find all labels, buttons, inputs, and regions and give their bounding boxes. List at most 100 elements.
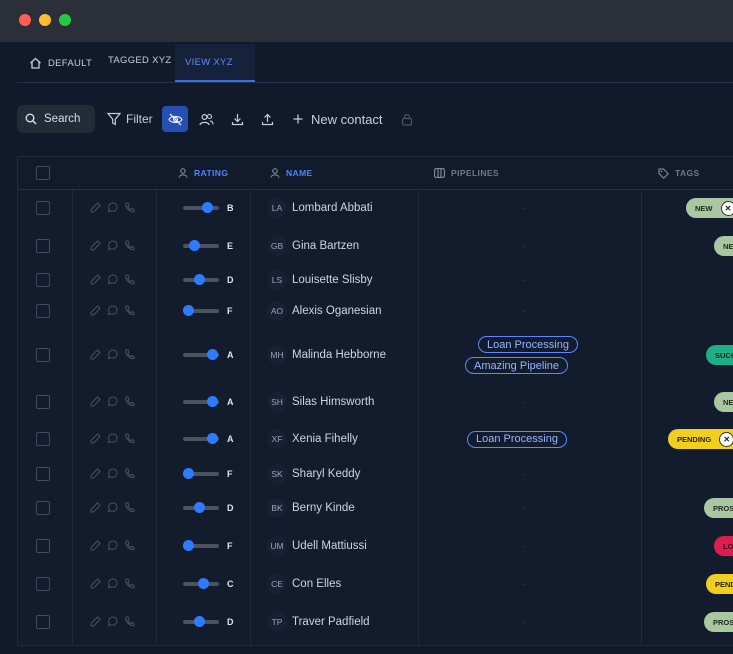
table-row[interactable]: A XF Xenia Fihelly Loan Processing PENDING ✕ [18, 421, 733, 457]
rating-slider-handle[interactable] [183, 468, 194, 479]
upload-button[interactable] [254, 105, 280, 133]
tag-badge[interactable]: PROSPECT [704, 498, 733, 518]
edit-icon[interactable] [90, 274, 101, 285]
rating-slider-handle[interactable] [183, 540, 194, 551]
tag-badge[interactable]: NEW ✕ [686, 198, 733, 218]
download-button[interactable] [224, 105, 250, 133]
edit-icon[interactable] [90, 349, 101, 360]
filter-button[interactable]: Filter [107, 105, 153, 133]
rating-slider[interactable] [183, 202, 219, 213]
contact-name[interactable]: Udell Mattiussi [292, 540, 367, 552]
phone-icon[interactable] [124, 240, 135, 251]
phone-icon[interactable] [124, 274, 135, 285]
row-checkbox[interactable] [36, 348, 50, 362]
phone-icon[interactable] [124, 616, 135, 627]
edit-icon[interactable] [90, 396, 101, 407]
table-row[interactable]: C CE Con Elles - PENDING [18, 566, 733, 602]
rating-slider-handle[interactable] [183, 305, 194, 316]
contact-name[interactable]: Traver Padfield [292, 616, 370, 628]
edit-icon[interactable] [90, 305, 101, 316]
chat-icon[interactable] [107, 502, 118, 513]
hide-fields-button[interactable] [162, 106, 188, 132]
chat-icon[interactable] [107, 468, 118, 479]
phone-icon[interactable] [124, 468, 135, 479]
chat-icon[interactable] [107, 540, 118, 551]
edit-icon[interactable] [90, 578, 101, 589]
rating-slider[interactable] [183, 396, 219, 407]
phone-icon[interactable] [124, 305, 135, 316]
contact-name[interactable]: Berny Kinde [292, 502, 355, 514]
table-row[interactable]: F UM Udell Mattiussi - LOST [18, 528, 733, 564]
tab-view-xyz[interactable]: VIEW XYZ [175, 44, 255, 82]
rating-slider[interactable] [183, 616, 219, 627]
rating-slider-handle[interactable] [207, 433, 218, 444]
new-contact-button[interactable]: New contact [293, 105, 383, 133]
contact-name[interactable]: Malinda Hebborne [292, 349, 386, 361]
contact-name[interactable]: Alexis Oganesian [292, 305, 382, 317]
rating-slider-handle[interactable] [202, 202, 213, 213]
remove-tag-icon[interactable]: ✕ [720, 200, 733, 216]
table-row[interactable]: E GB Gina Bartzen - NEW [18, 228, 733, 264]
table-row[interactable]: A SH Silas Himsworth - NEW [18, 384, 733, 420]
select-all-checkbox[interactable] [36, 166, 50, 180]
row-checkbox[interactable] [36, 501, 50, 515]
table-row[interactable]: B LA Lombard Abbati - NEW ✕ [18, 190, 733, 226]
rating-slider[interactable] [183, 240, 219, 251]
column-header-tags[interactable]: TAGS [658, 157, 700, 189]
chat-icon[interactable] [107, 433, 118, 444]
table-row[interactable]: D BK Berny Kinde - PROSPECT [18, 490, 733, 526]
phone-icon[interactable] [124, 540, 135, 551]
chat-icon[interactable] [107, 578, 118, 589]
tag-badge[interactable]: LOST [714, 536, 733, 556]
zoom-window-button[interactable] [59, 14, 71, 26]
chat-icon[interactable] [107, 240, 118, 251]
close-window-button[interactable] [19, 14, 31, 26]
tag-badge[interactable]: PROSPECT [704, 612, 733, 632]
column-header-pipelines[interactable]: PIPELINES [434, 157, 499, 189]
table-row[interactable]: F SK Sharyl Keddy - [18, 456, 733, 492]
table-row[interactable]: D TP Traver Padfield - PROSPECT [18, 604, 733, 640]
chat-icon[interactable] [107, 396, 118, 407]
row-checkbox[interactable] [36, 539, 50, 553]
rating-slider[interactable] [183, 349, 219, 360]
rating-slider-handle[interactable] [198, 578, 209, 589]
edit-icon[interactable] [90, 433, 101, 444]
minimize-window-button[interactable] [39, 14, 51, 26]
edit-icon[interactable] [90, 240, 101, 251]
phone-icon[interactable] [124, 502, 135, 513]
phone-icon[interactable] [124, 578, 135, 589]
contact-name[interactable]: Louisette Slisby [292, 274, 373, 286]
pipeline-pill[interactable]: Loan Processing [467, 430, 567, 448]
lock-button[interactable] [394, 105, 420, 133]
chat-icon[interactable] [107, 274, 118, 285]
rating-slider[interactable] [183, 468, 219, 479]
row-checkbox[interactable] [36, 239, 50, 253]
phone-icon[interactable] [124, 433, 135, 444]
search-button[interactable]: Search [17, 105, 95, 133]
rating-slider[interactable] [183, 578, 219, 589]
pipeline-pill[interactable]: Amazing Pipeline [465, 357, 568, 374]
row-checkbox[interactable] [36, 467, 50, 481]
rating-slider[interactable] [183, 502, 219, 513]
phone-icon[interactable] [124, 202, 135, 213]
rating-slider-handle[interactable] [207, 349, 218, 360]
remove-tag-icon[interactable]: ✕ [719, 431, 733, 447]
contact-name[interactable]: Gina Bartzen [292, 240, 359, 252]
phone-icon[interactable] [124, 349, 135, 360]
row-checkbox[interactable] [36, 201, 50, 215]
rating-slider-handle[interactable] [189, 240, 200, 251]
contact-name[interactable]: Lombard Abbati [292, 202, 373, 214]
chat-icon[interactable] [107, 616, 118, 627]
row-checkbox[interactable] [36, 273, 50, 287]
pipeline-pill[interactable]: Loan Processing [478, 336, 578, 353]
tag-badge[interactable]: PENDING [706, 574, 733, 594]
rating-slider-handle[interactable] [194, 274, 205, 285]
rating-slider[interactable] [183, 274, 219, 285]
column-header-rating[interactable]: RATING [178, 157, 228, 189]
tag-badge[interactable]: NEW [714, 236, 733, 256]
rating-slider-handle[interactable] [194, 502, 205, 513]
contact-name[interactable]: Con Elles [292, 578, 341, 590]
rating-slider-handle[interactable] [207, 396, 218, 407]
tag-badge[interactable]: PENDING ✕ [668, 429, 733, 449]
table-row[interactable]: F AO Alexis Oganesian - [18, 293, 733, 329]
